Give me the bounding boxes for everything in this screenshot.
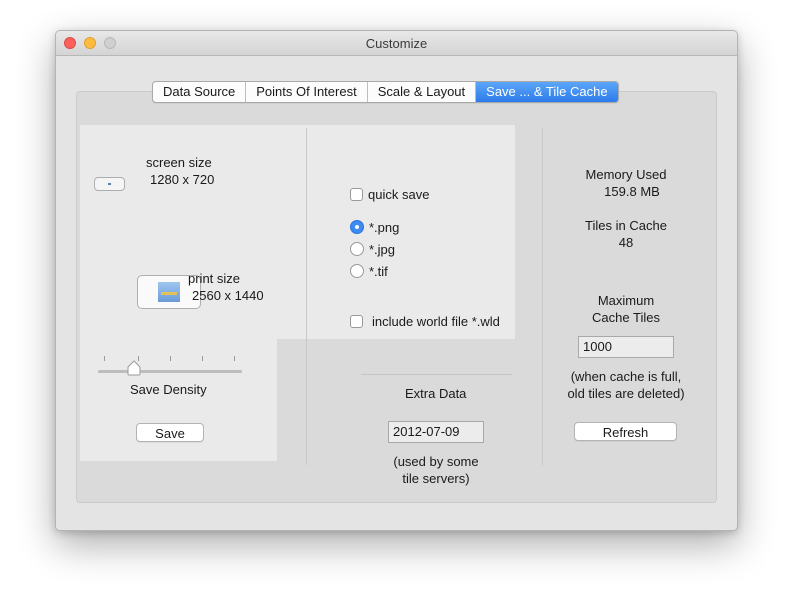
quick-save-label: quick save [368, 187, 430, 202]
tab-points-of-interest[interactable]: Points Of Interest [246, 82, 368, 102]
quick-save-checkbox[interactable] [350, 188, 363, 201]
memory-used-label: Memory Used [585, 167, 667, 182]
slider-tick [202, 356, 203, 361]
slider-tick [234, 356, 235, 361]
screen-size-button[interactable] [94, 177, 125, 191]
format-tif-radio[interactable] [350, 264, 364, 278]
cache-note-line1: (when cache is full, [570, 369, 682, 384]
format-tif-label: *.tif [369, 264, 388, 279]
slider-tick [104, 356, 105, 361]
window-title: Customize [365, 36, 428, 51]
extra-data-divider [361, 374, 512, 375]
title-bar: Customize [56, 31, 737, 56]
world-file-checkbox[interactable] [350, 315, 363, 328]
divider-left [306, 128, 307, 465]
tiles-in-cache-label: Tiles in Cache [585, 218, 667, 233]
cache-note-line2: old tiles are deleted) [567, 386, 685, 401]
extra-note-line1: (used by some [393, 454, 479, 469]
slider-knob[interactable] [127, 360, 141, 376]
save-density-slider[interactable] [96, 354, 244, 376]
tab-save-tile-cache[interactable]: Save ... & Tile Cache [476, 82, 618, 102]
memory-used-value: 159.8 MB [604, 184, 660, 199]
tiles-in-cache-value: 48 [618, 235, 634, 250]
tab-scale-layout[interactable]: Scale & Layout [368, 82, 477, 102]
format-jpg-radio[interactable] [350, 242, 364, 256]
tab-data-source[interactable]: Data Source [153, 82, 247, 102]
window-content: Data Source Points Of Interest Scale & L… [56, 56, 737, 530]
extra-data-title: Extra Data [405, 386, 467, 401]
slider-tick [170, 356, 171, 361]
print-size-value: 2560 x 1440 [192, 288, 264, 303]
print-size-label: print size [188, 271, 241, 286]
extra-note-line2: tile servers) [402, 471, 470, 486]
format-jpg-label: *.jpg [369, 242, 396, 257]
screen-size-value: 1280 x 720 [150, 172, 215, 187]
divider-right [542, 128, 543, 465]
max-cache-field[interactable]: 1000 [578, 336, 674, 358]
world-file-label: include world file *.wld [372, 314, 500, 329]
screen-size-label: screen size [146, 155, 212, 170]
save-density-label: Save Density [130, 382, 207, 397]
max-cache-label-line1: Maximum [597, 293, 655, 308]
customize-window: Customize Data Source Points Of Interest… [55, 30, 738, 531]
map-thumbnail-icon [158, 282, 180, 302]
extra-date-field[interactable]: 2012-07-09 [388, 421, 484, 443]
format-png-radio[interactable] [350, 220, 364, 234]
save-button[interactable]: Save [136, 423, 204, 442]
format-png-label: *.png [369, 220, 400, 235]
slider-track [98, 370, 242, 373]
refresh-button[interactable]: Refresh [574, 422, 677, 441]
tab-bar: Data Source Points Of Interest Scale & L… [152, 81, 619, 103]
max-cache-label-line2: Cache Tiles [592, 310, 660, 325]
